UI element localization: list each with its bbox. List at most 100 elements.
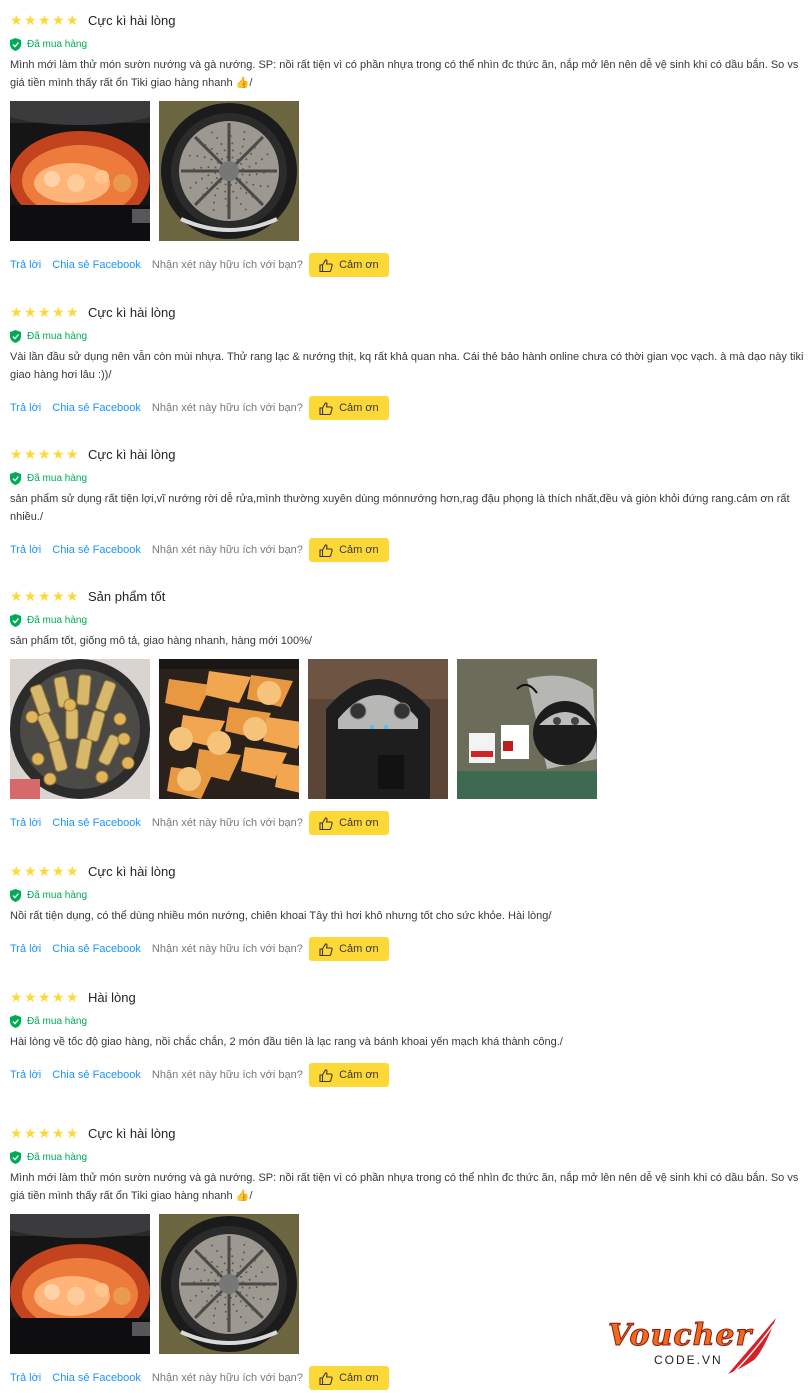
review-header: ★ ★ ★ ★ ★ Cực kì hài lòng <box>10 302 810 322</box>
shield-check-icon <box>10 1150 21 1164</box>
review-title: Cực kì hài lòng <box>88 12 176 28</box>
review-header: ★ ★ ★ ★ ★ Sản phẩm tốt <box>10 586 810 606</box>
helpful-question: Nhận xét này hữu ích với bạn? <box>151 259 303 271</box>
star-icon: ★ <box>24 863 37 879</box>
review-content: Vài lần đầu sử dụng nên vẫn còn mùi nhựa… <box>10 348 810 384</box>
verified-label: Đã mua hàng <box>27 330 88 342</box>
thumbs-up-icon <box>319 1371 333 1385</box>
star-icon: ★ <box>24 304 37 320</box>
thanks-button[interactable]: Cảm ơn <box>308 538 389 562</box>
rating-stars: ★ ★ ★ ★ ★ <box>10 990 79 1004</box>
fryer-basket-photo[interactable] <box>159 101 299 241</box>
review-text-line: Nồi rất tiện dụng, có thể dùng nhiều món… <box>10 910 552 922</box>
thanks-button[interactable]: Cảm ơn <box>308 937 389 961</box>
star-icon: ★ <box>10 989 23 1005</box>
verified-label: Đã mua hàng <box>27 889 88 901</box>
review-actions: Trả lời Chia sẻ Facebook Nhận xét này hữu … <box>10 1063 810 1087</box>
share-facebook-link[interactable]: Chia sẻ Facebook <box>52 1069 141 1081</box>
rating-stars: ★ ★ ★ ★ ★ <box>10 447 79 461</box>
star-icon: ★ <box>10 588 23 604</box>
fried-food-closeup-photo[interactable] <box>159 659 299 799</box>
verified-label: Đã mua hàng <box>27 1151 88 1163</box>
rating-stars: ★ ★ ★ ★ ★ <box>10 864 79 878</box>
thanks-button[interactable]: Cảm ơn <box>308 1366 389 1390</box>
glowing-fryer-photo[interactable] <box>10 1214 150 1354</box>
review-content: Mình mới làm thử món sườn nướng và gà nư… <box>10 56 810 92</box>
thumbs-up-icon <box>319 401 333 415</box>
thanks-button[interactable]: Cảm ơn <box>308 1063 389 1087</box>
shield-check-icon <box>10 613 21 627</box>
review-item: ★ ★ ★ ★ ★ Cực kì hài lòng Đã mua hàng sản phẩm … <box>10 444 810 562</box>
review-header: ★ ★ ★ ★ ★ Cực kì hài lòng <box>10 861 810 881</box>
unboxing-photo[interactable] <box>457 659 597 799</box>
helpful-question: Nhận xét này hữu ích với bạn? <box>151 817 303 829</box>
thanks-button[interactable]: Cảm ơn <box>308 253 389 277</box>
reply-link[interactable]: Trả lời <box>10 1069 41 1081</box>
helpful-question: Nhận xét này hữu ích với bạn? <box>151 943 303 955</box>
star-icon: ★ <box>52 446 65 462</box>
review-text-line: giá tiền mình thấy rất ổn Tiki giao hàng… <box>10 77 253 89</box>
reply-link[interactable]: Trả lời <box>10 402 41 414</box>
thanks-button[interactable]: Cảm ơn <box>308 396 389 420</box>
star-icon: ★ <box>52 12 65 28</box>
verified-purchase: Đã mua hàng <box>10 1014 810 1028</box>
star-icon: ★ <box>52 304 65 320</box>
review-header: ★ ★ ★ ★ ★ Cực kì hài lòng <box>10 10 810 30</box>
verified-purchase: Đã mua hàng <box>10 471 810 485</box>
reply-link[interactable]: Trả lời <box>10 943 41 955</box>
verified-purchase: Đã mua hàng <box>10 613 810 627</box>
reply-link[interactable]: Trả lời <box>10 1372 41 1384</box>
thumbs-up-icon <box>319 543 333 557</box>
review-content: sản phẩm sử dụng rất tiện lợi,vĩ nướng r… <box>10 490 810 526</box>
star-icon: ★ <box>38 1125 51 1141</box>
rating-stars: ★ ★ ★ ★ ★ <box>10 13 79 27</box>
star-icon: ★ <box>52 989 65 1005</box>
thanks-button[interactable]: Cảm ơn <box>308 811 389 835</box>
reply-link[interactable]: Trả lời <box>10 544 41 556</box>
thumbs-up-icon <box>319 258 333 272</box>
shield-check-icon <box>10 888 21 902</box>
thanks-label: Cảm ơn <box>339 402 379 414</box>
helpful-question: Nhận xét này hữu ích với bạn? <box>151 1069 303 1081</box>
review-title: Hài lòng <box>88 989 136 1005</box>
review-item: ★ ★ ★ ★ ★ Cực kì hài lòng Đã mua hàng Vài lần đ… <box>10 302 810 420</box>
review-item: ★ ★ ★ ★ ★ Hài lòng Đã mua hàng Hài lòng về tốc … <box>10 987 810 1087</box>
reply-link[interactable]: Trả lời <box>10 817 41 829</box>
review-actions: Trả lời Chia sẻ Facebook Nhận xét này hữu … <box>10 811 810 835</box>
vouchercode-watermark: Voucher CODE.VN <box>604 1314 776 1380</box>
share-facebook-link[interactable]: Chia sẻ Facebook <box>52 817 141 829</box>
thanks-label: Cảm ơn <box>339 943 379 955</box>
review-content: Hài lòng về tốc độ giao hàng, nồi chắc c… <box>10 1033 810 1051</box>
shield-check-icon <box>10 1014 21 1028</box>
star-icon: ★ <box>10 863 23 879</box>
reply-link[interactable]: Trả lời <box>10 259 41 271</box>
star-icon: ★ <box>24 446 37 462</box>
share-facebook-link[interactable]: Chia sẻ Facebook <box>52 544 141 556</box>
helpful-question: Nhận xét này hữu ích với bạn? <box>151 1372 303 1384</box>
share-facebook-link[interactable]: Chia sẻ Facebook <box>52 259 141 271</box>
fryer-front-photo[interactable]: APIDO <box>308 659 448 799</box>
rating-stars: ★ ★ ★ ★ ★ <box>10 589 79 603</box>
review-content: Mình mới làm thử món sườn nướng và gà nư… <box>10 1169 810 1205</box>
review-header: ★ ★ ★ ★ ★ Hài lòng <box>10 987 810 1007</box>
review-content: Nồi rất tiện dụng, có thể dùng nhiều món… <box>10 907 810 925</box>
review-text-line: Mình mới làm thử món sườn nướng và gà nư… <box>10 59 799 71</box>
review-header: ★ ★ ★ ★ ★ Cực kì hài lòng <box>10 444 810 464</box>
star-icon: ★ <box>24 1125 37 1141</box>
star-icon: ★ <box>38 446 51 462</box>
glowing-fryer-photo[interactable] <box>10 101 150 241</box>
fried-food-basket-photo[interactable] <box>10 659 150 799</box>
fryer-basket-photo[interactable] <box>159 1214 299 1354</box>
share-facebook-link[interactable]: Chia sẻ Facebook <box>52 1372 141 1384</box>
review-item: ★ ★ ★ ★ ★ Sản phẩm tốt Đã mua hàng sản phẩm tốt… <box>10 586 810 835</box>
review-actions: Trả lời Chia sẻ Facebook Nhận xét này hữu … <box>10 538 810 562</box>
share-facebook-link[interactable]: Chia sẻ Facebook <box>52 943 141 955</box>
thanks-label: Cảm ơn <box>339 817 379 829</box>
star-icon: ★ <box>66 1125 79 1141</box>
review-content: sản phẩm tốt, giống mô tả, giao hàng nha… <box>10 632 810 650</box>
share-facebook-link[interactable]: Chia sẻ Facebook <box>52 402 141 414</box>
review-title: Cực kì hài lòng <box>88 863 176 879</box>
review-text-line: sản phẩm sử dụng rất tiện lợi,vĩ nướng r… <box>10 493 790 505</box>
verified-purchase: Đã mua hàng <box>10 329 810 343</box>
star-icon: ★ <box>66 304 79 320</box>
